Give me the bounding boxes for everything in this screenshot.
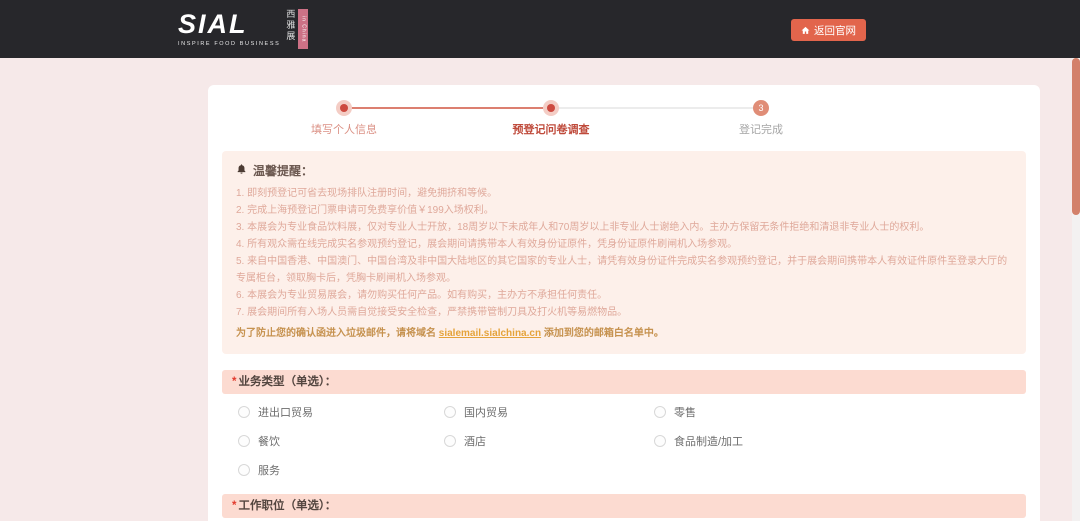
sial-logo: SIAL INSPIRE FOOD BUSINESS 西雅展 in China <box>178 9 308 49</box>
whitelist-note-suffix: 添加到您的邮箱白名单中。 <box>541 328 664 339</box>
reminder-item: 6. 本展会为专业贸易展会，请勿购买任何产品。如有购买，主办方不承担任何责任。 <box>236 287 1012 304</box>
radio-icon[interactable] <box>238 435 250 447</box>
sial-logo-brand: SIAL <box>178 9 280 39</box>
radio-label: 餐饮 <box>258 433 280 449</box>
step1-dot-icon <box>336 100 352 116</box>
sial-logo-badge-text: in China <box>300 16 306 42</box>
whitelist-note-prefix: 为了防止您的确认函进入垃圾邮件，请将域名 <box>236 328 439 339</box>
radio-icon[interactable] <box>654 406 666 418</box>
step1-label: 填写个人信息 <box>311 121 377 137</box>
radio-icon[interactable] <box>238 406 250 418</box>
whitelist-note: 为了防止您的确认函进入垃圾邮件，请将域名 sialemail.sialchina… <box>236 325 1012 342</box>
radio-icon[interactable] <box>444 406 456 418</box>
radio-label: 零售 <box>674 404 696 420</box>
sial-logo-chinese: 西雅展 <box>285 9 295 47</box>
required-asterisk: * <box>232 500 236 512</box>
step3-label: 登记完成 <box>739 121 783 137</box>
reminder-item: 5. 来自中国香港、中国澳门、中国台湾及非中国大陆地区的其它国家的专业人士，请凭… <box>236 253 1012 287</box>
page-scrollbar-thumb[interactable] <box>1072 58 1080 215</box>
back-to-official-site-button[interactable]: 返回官网 <box>791 19 866 41</box>
section-header-job-position: *工作职位（单选）： <box>222 494 1026 518</box>
radio-option-import-export[interactable]: 进出口贸易 <box>238 404 444 420</box>
sial-email-domain-link[interactable]: sialemail.sialchina.cn <box>439 328 541 339</box>
progress-stepper: 填写个人信息 预登记问卷调查 3 登记完成 <box>222 85 1026 143</box>
sial-logo-main: SIAL INSPIRE FOOD BUSINESS <box>178 9 280 47</box>
reminder-title: 温馨提醒： <box>253 162 313 179</box>
home-icon <box>801 26 810 35</box>
bell-icon <box>236 163 247 178</box>
page-scrollbar-track[interactable] <box>1072 58 1080 521</box>
radio-label: 食品制造/加工 <box>674 433 743 449</box>
reminder-title-row: 温馨提醒： <box>236 162 1012 179</box>
stepper-line-completed <box>344 107 551 109</box>
sial-logo-tagline: INSPIRE FOOD BUSINESS <box>178 41 280 47</box>
radio-label: 酒店 <box>464 433 486 449</box>
step2-label: 预登记问卷调查 <box>513 121 590 137</box>
business-type-options: 进出口贸易 国内贸易 零售 餐饮 酒店 食品制造/加工 服务 <box>222 394 1026 478</box>
radio-icon[interactable] <box>444 435 456 447</box>
required-asterisk: * <box>232 376 236 388</box>
reminder-item: 3. 本展会为专业食品饮料展，仅对专业人士开放，18周岁以下未成年人和70周岁以… <box>236 219 1012 236</box>
step2-dot-icon <box>543 100 559 116</box>
radio-option-service[interactable]: 服务 <box>238 462 444 478</box>
back-button-label: 返回官网 <box>814 23 856 38</box>
radio-option-retail[interactable]: 零售 <box>654 404 1026 420</box>
reminder-item: 7. 展会期间所有入场人员需自觉接受安全检查，严禁携带管制刀具及打火机等易燃物品… <box>236 304 1012 321</box>
reminder-notice-box: 温馨提醒： 1. 即刻预登记可省去现场排队注册时间，避免拥挤和等候。 2. 完成… <box>222 151 1026 354</box>
radio-option-food-manufacturing[interactable]: 食品制造/加工 <box>654 433 1026 449</box>
reminder-item: 4. 所有观众需在线完成实名参观预约登记，展会期间请携带本人有效身份证原件，凭身… <box>236 236 1012 253</box>
step3-number-icon: 3 <box>753 100 769 116</box>
radio-label: 进出口贸易 <box>258 404 313 420</box>
radio-icon[interactable] <box>238 464 250 476</box>
section-title-job-position: 工作职位（单选）： <box>238 500 336 512</box>
stepper-line-upcoming <box>551 107 761 109</box>
reminder-item: 2. 完成上海预登记门票申请可免费享价值￥199入场权利。 <box>236 202 1012 219</box>
section-title-business-type: 业务类型（单选）： <box>238 376 336 388</box>
registration-card: 填写个人信息 预登记问卷调查 3 登记完成 温馨提醒： 1. 即刻预登记可省去现… <box>208 85 1040 521</box>
radio-label: 国内贸易 <box>464 404 508 420</box>
top-header-bar: SIAL INSPIRE FOOD BUSINESS 西雅展 in China … <box>0 0 1080 58</box>
reminder-item: 1. 即刻预登记可省去现场排队注册时间，避免拥挤和等候。 <box>236 185 1012 202</box>
sial-logo-badge: in China <box>298 9 308 49</box>
radio-icon[interactable] <box>654 435 666 447</box>
section-header-business-type: *业务类型（单选）： <box>222 370 1026 394</box>
radio-option-hotel[interactable]: 酒店 <box>444 433 654 449</box>
radio-label: 服务 <box>258 462 280 478</box>
radio-option-domestic-trade[interactable]: 国内贸易 <box>444 404 654 420</box>
radio-option-catering[interactable]: 餐饮 <box>238 433 444 449</box>
